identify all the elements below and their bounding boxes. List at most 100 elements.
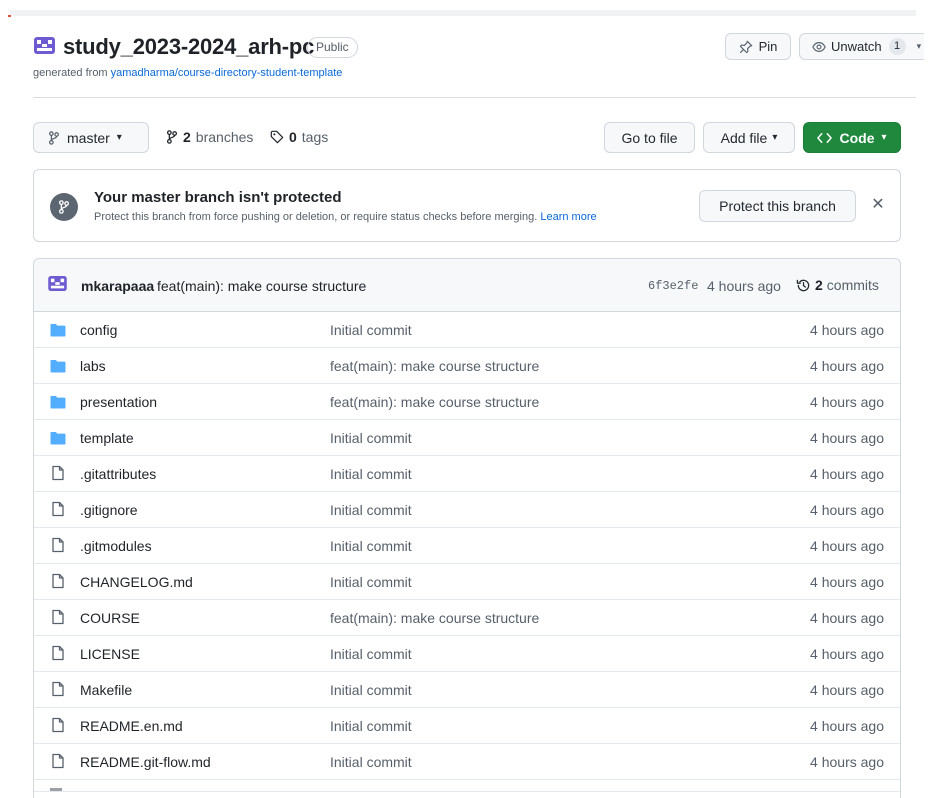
go-to-file-button[interactable]: Go to file — [604, 122, 695, 153]
tags-label: tags — [301, 129, 329, 145]
file-name-link[interactable]: LICENSE — [80, 646, 140, 662]
file-name-link[interactable]: Makefile — [80, 682, 132, 698]
file-icon — [50, 501, 66, 517]
learn-more-link[interactable]: Learn more — [540, 211, 596, 223]
file-name-link[interactable]: template — [80, 430, 134, 446]
file-name-link[interactable]: README.en.md — [80, 718, 183, 734]
repo-title[interactable]: study_2023-2024_arh-pc — [63, 34, 314, 60]
file-commit-time: 4 hours ago — [810, 754, 884, 770]
tags-count: 0 — [289, 129, 297, 145]
file-commit-message[interactable]: Initial commit — [330, 646, 412, 662]
branch-select-button[interactable]: master ▾ — [33, 122, 149, 153]
file-commit-message[interactable]: Initial commit — [330, 322, 412, 338]
table-row[interactable]: presentation feat(main): make course stru… — [34, 384, 900, 420]
file-name-link[interactable]: presentation — [80, 394, 157, 410]
tags-link[interactable]: 0 tags — [270, 129, 328, 145]
unwatch-button[interactable]: Unwatch 1 ▾ — [799, 33, 924, 60]
table-row[interactable]: labs feat(main): make course structure 4 h… — [34, 348, 900, 384]
generated-from-text: generated from yamadharma/course-directo… — [33, 67, 342, 79]
file-commit-time: 4 hours ago — [810, 466, 884, 482]
commit-author[interactable]: mkarapaaa — [81, 278, 154, 294]
file-icon — [50, 645, 66, 661]
chevron-down-icon: ▾ — [116, 132, 122, 143]
table-row[interactable]: .gitmodules Initial commit 4 hours ago — [34, 528, 900, 564]
file-icon — [50, 573, 66, 589]
file-name-link[interactable]: COURSE — [80, 610, 140, 626]
file-commit-message[interactable]: Initial commit — [330, 538, 412, 554]
commits-history-link[interactable]: 2 commits — [796, 277, 879, 293]
branches-link[interactable]: 2 branches — [166, 129, 253, 145]
file-commit-time: 4 hours ago — [810, 574, 884, 590]
commit-time: 4 hours ago — [707, 278, 781, 294]
file-name-link[interactable]: .gitmodules — [80, 538, 152, 554]
table-row[interactable]: Makefile Initial commit 4 hours ago — [34, 672, 900, 708]
table-row[interactable]: CHANGELOG.md Initial commit 4 hours ago — [34, 564, 900, 600]
visibility-badge: Public — [307, 37, 358, 58]
file-commit-time: 4 hours ago — [810, 358, 884, 374]
table-row[interactable]: LICENSE Initial commit 4 hours ago — [34, 636, 900, 672]
folder-icon — [50, 395, 66, 409]
table-row[interactable]: .gitattributes Initial commit 4 hours ago — [34, 456, 900, 492]
file-name-link[interactable]: CHANGELOG.md — [80, 574, 193, 590]
branch-protection-banner: Your master branch isn't protected Prote… — [33, 169, 901, 242]
table-row[interactable]: config Initial commit 4 hours ago — [34, 312, 900, 348]
file-commit-time: 4 hours ago — [810, 502, 884, 518]
file-icon — [50, 681, 66, 697]
file-commit-message[interactable]: Initial commit — [330, 466, 412, 482]
file-commit-message[interactable]: feat(main): make course structure — [330, 610, 539, 626]
folder-icon — [50, 323, 66, 337]
branches-label: branches — [195, 129, 254, 145]
git-branch-icon — [166, 130, 178, 144]
chevron-down-icon: ▾ — [772, 132, 778, 143]
x-icon[interactable]: ✕ — [870, 197, 886, 213]
identicon-avatar-icon[interactable] — [34, 37, 55, 54]
pin-label: Pin — [758, 39, 778, 54]
commit-sha[interactable]: 6f3e2fe — [648, 279, 698, 293]
protect-branch-button[interactable]: Protect this branch — [699, 190, 856, 222]
file-commit-message[interactable]: feat(main): make course structure — [330, 358, 539, 374]
file-commit-message[interactable]: Initial commit — [330, 430, 412, 446]
file-commit-message[interactable]: Initial commit — [330, 574, 412, 590]
file-commit-time: 4 hours ago — [810, 430, 884, 446]
file-name-link[interactable]: config — [80, 322, 117, 338]
file-icon — [50, 537, 66, 553]
add-file-button[interactable]: Add file ▾ — [703, 122, 795, 153]
git-branch-icon — [50, 193, 78, 221]
eye-icon — [812, 41, 826, 52]
file-name-link[interactable]: labs — [80, 358, 106, 374]
table-row[interactable]: .gitignore Initial commit 4 hours ago — [34, 492, 900, 528]
banner-description: Protect this branch from force pushing o… — [94, 211, 597, 223]
file-browser: mkarapaaa feat(main): make course struct… — [33, 258, 901, 798]
folder-icon — [50, 431, 66, 445]
file-name-link[interactable]: .gitignore — [80, 502, 138, 518]
latest-commit-bar: mkarapaaa feat(main): make course struct… — [34, 259, 900, 312]
file-commit-time: 4 hours ago — [810, 646, 884, 662]
pin-button[interactable]: Pin — [725, 33, 791, 60]
commit-message[interactable]: feat(main): make course structure — [157, 278, 366, 294]
unwatch-label: Unwatch — [831, 39, 882, 54]
file-name-link[interactable]: .gitattributes — [80, 466, 156, 482]
add-file-label: Add file — [720, 129, 768, 146]
table-row[interactable]: COURSE feat(main): make course structure 4… — [34, 600, 900, 636]
table-row[interactable]: README.git-flow.md Initial commit 4 hours … — [34, 744, 900, 780]
file-commit-message[interactable]: Initial commit — [330, 682, 412, 698]
file-icon — [50, 465, 66, 481]
file-commit-message[interactable]: feat(main): make course structure — [330, 394, 539, 410]
code-button[interactable]: Code ▾ — [803, 122, 901, 153]
template-repo-link[interactable]: yamadharma/course-directory-student-temp… — [111, 67, 343, 79]
file-commit-message[interactable]: Initial commit — [330, 754, 412, 770]
file-commit-message[interactable]: Initial commit — [330, 502, 412, 518]
git-branch-icon — [49, 130, 59, 145]
table-row[interactable]: template Initial commit 4 hours ago — [34, 420, 900, 456]
file-list: config Initial commit 4 hours ago labs feat(… — [34, 312, 900, 780]
file-commit-message[interactable]: Initial commit — [330, 718, 412, 734]
file-icon — [50, 788, 62, 791]
banner-description-text: Protect this branch from force pushing o… — [94, 211, 538, 223]
table-row[interactable]: README.en.md Initial commit 4 hours ago — [34, 708, 900, 744]
file-commit-time: 4 hours ago — [810, 394, 884, 410]
file-name-link[interactable]: README.git-flow.md — [80, 754, 211, 770]
file-commit-time: 4 hours ago — [810, 718, 884, 734]
folder-icon — [50, 359, 66, 373]
identicon-avatar-icon[interactable] — [48, 276, 67, 291]
file-commit-time: 4 hours ago — [810, 610, 884, 626]
